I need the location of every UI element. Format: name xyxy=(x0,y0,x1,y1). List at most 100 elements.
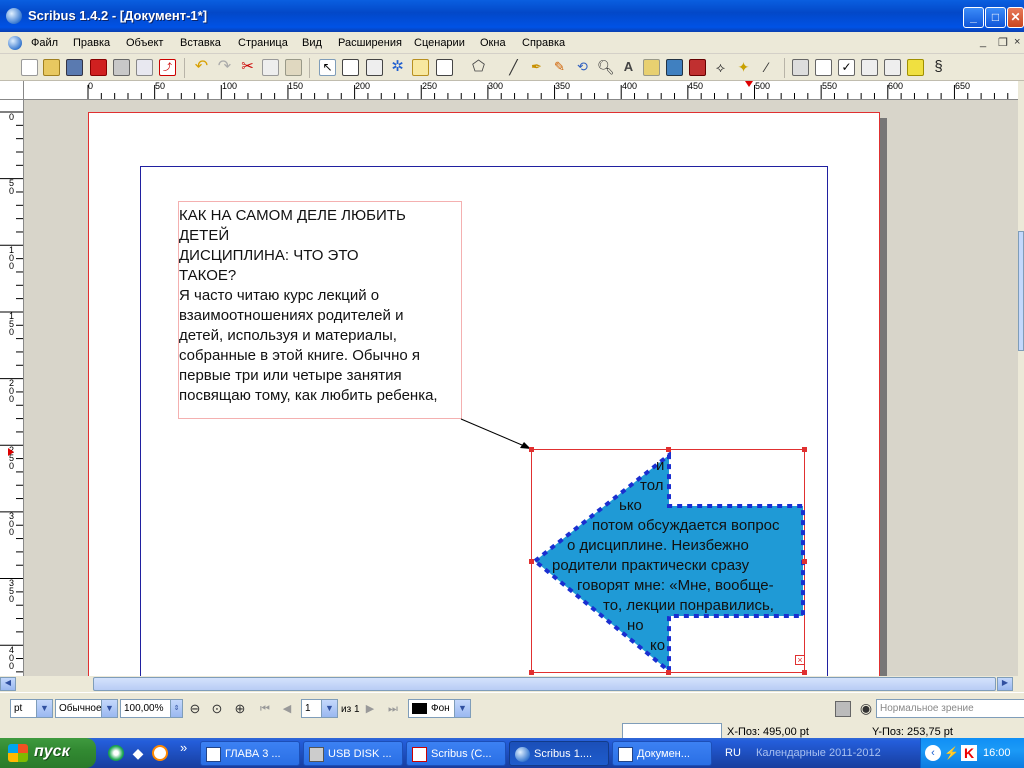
spinner-icon[interactable]: ⇕ xyxy=(170,700,182,717)
menu-help[interactable]: Справка xyxy=(522,37,565,49)
menu-view[interactable]: Вид xyxy=(302,37,322,49)
resize-handle[interactable] xyxy=(529,559,534,564)
vertical-ruler[interactable]: 0 50 100 150 200 250 300 350 400 xyxy=(0,100,24,676)
start-button[interactable]: пуск xyxy=(0,738,96,768)
menu-object[interactable]: Объект xyxy=(126,37,163,49)
prev-page-icon[interactable]: ◀ xyxy=(279,701,295,717)
vertical-scroll-thumb[interactable] xyxy=(1018,231,1024,351)
pdf-textfield-icon[interactable] xyxy=(815,59,832,76)
image-frame-icon[interactable] xyxy=(366,59,383,76)
resize-handle[interactable] xyxy=(666,670,671,675)
pdf-checkbox-icon[interactable]: ✓ xyxy=(838,59,855,76)
print-icon[interactable] xyxy=(113,59,130,76)
freehand-icon[interactable]: ✎ xyxy=(551,59,568,76)
new-document-icon[interactable] xyxy=(21,59,38,76)
resize-handle[interactable] xyxy=(529,447,534,452)
eye-icon[interactable]: ◉ xyxy=(857,700,875,716)
chevron-down-icon[interactable]: ▼ xyxy=(36,700,52,717)
quicklaunch-icon[interactable] xyxy=(152,745,168,761)
document-canvas[interactable]: КАК НА САМОМ ДЕЛЕ ЛЮБИТЬ ДЕТЕЙ ДИСЦИПЛИН… xyxy=(24,100,1018,676)
unlink-frames-icon[interactable] xyxy=(689,59,706,76)
eyedropper-icon[interactable]: ⁄ xyxy=(758,59,775,76)
link-annotation-icon[interactable]: § xyxy=(930,59,947,76)
shape-icon[interactable] xyxy=(436,59,453,76)
copy-icon[interactable] xyxy=(262,59,279,76)
bezier-icon[interactable]: ✒ xyxy=(528,59,545,76)
preview-mode-icon[interactable] xyxy=(835,701,851,717)
view-mode-select[interactable]: Нормальное зрение xyxy=(876,699,1024,718)
render-frame-icon[interactable]: ✲ xyxy=(389,59,406,76)
tray-expand-icon[interactable]: ‹ xyxy=(925,745,941,761)
taskbar-item[interactable]: ГЛАВА 3 ... xyxy=(200,741,300,766)
scribus-app-icon[interactable] xyxy=(6,8,22,24)
pdf-button-icon[interactable] xyxy=(792,59,809,76)
resize-handle[interactable] xyxy=(802,447,807,452)
mdi-restore-icon[interactable]: ❐ xyxy=(998,36,1008,49)
zoom-icon[interactable]: 🔍︎ xyxy=(597,59,615,76)
tray-app-label[interactable]: Календарные 2011-2012 xyxy=(756,747,881,759)
measure-icon[interactable]: ⟡ xyxy=(712,59,729,76)
menu-windows[interactable]: Окна xyxy=(480,37,506,49)
zoom-in-icon[interactable]: ⊕ xyxy=(232,701,248,717)
menu-file[interactable]: Файл xyxy=(31,37,58,49)
chevron-down-icon[interactable]: ▼ xyxy=(454,700,470,717)
style-select[interactable]: Обычное ▼ xyxy=(55,699,118,718)
menu-extensions[interactable]: Расширения xyxy=(338,37,402,49)
chevron-down-icon[interactable]: ▼ xyxy=(101,700,117,717)
resize-handle[interactable] xyxy=(802,670,807,675)
paste-icon[interactable] xyxy=(285,59,302,76)
horizontal-ruler[interactable]: 0 50 100 150 200 250 300 350 400 450 500… xyxy=(24,81,1018,100)
open-icon[interactable] xyxy=(43,59,60,76)
cut-icon[interactable]: ✂ xyxy=(239,59,256,76)
resize-handle[interactable] xyxy=(666,447,671,452)
last-page-icon[interactable]: ⏭ xyxy=(385,701,401,717)
zoom-100-icon[interactable]: ⊙ xyxy=(209,701,225,717)
rotate-icon[interactable]: ⟲ xyxy=(574,59,591,76)
layer-select[interactable]: Фон ▼ xyxy=(408,699,471,718)
first-page-icon[interactable]: ⏮ xyxy=(257,701,273,717)
taskbar-item[interactable]: Докумен... xyxy=(612,741,712,766)
maximize-button[interactable]: □ xyxy=(985,7,1006,28)
menu-insert[interactable]: Вставка xyxy=(180,37,221,49)
preflight-icon[interactable] xyxy=(136,59,153,76)
horizontal-scrollbar[interactable]: ◀ ▶ xyxy=(0,676,1024,692)
arrow-shape-frame[interactable]: и тол ько потом обсуждается вопрос о дис… xyxy=(529,447,807,675)
quicklaunch-chevron[interactable]: » xyxy=(180,740,187,755)
antivirus-icon[interactable]: K xyxy=(961,745,977,761)
page-select[interactable]: 1 ▼ xyxy=(301,699,338,718)
link-frames-icon[interactable] xyxy=(666,59,683,76)
undo-icon[interactable]: ↶ xyxy=(193,59,210,76)
scroll-left-icon[interactable]: ◀ xyxy=(0,677,16,691)
chevron-down-icon[interactable]: ▼ xyxy=(321,700,337,717)
network-icon[interactable]: ⚡ xyxy=(944,745,959,761)
table-icon[interactable] xyxy=(412,59,429,76)
horizontal-scroll-thumb[interactable] xyxy=(93,677,996,691)
zoom-out-icon[interactable]: ⊖ xyxy=(187,701,203,717)
pdf-listbox-icon[interactable] xyxy=(884,59,901,76)
menu-scripts[interactable]: Сценарии xyxy=(414,37,465,49)
document-icon[interactable] xyxy=(8,36,22,50)
taskbar-item[interactable]: Scribus (C... xyxy=(406,741,506,766)
minimize-button[interactable]: _ xyxy=(963,7,984,28)
close-document-icon[interactable] xyxy=(90,59,107,76)
pdf-combobox-icon[interactable] xyxy=(861,59,878,76)
menu-page[interactable]: Страница xyxy=(238,37,288,49)
mdi-close-icon[interactable]: × xyxy=(1014,36,1020,48)
export-pdf-icon[interactable]: ⤴ xyxy=(159,59,176,76)
language-indicator[interactable]: RU xyxy=(725,747,741,759)
resize-handle[interactable] xyxy=(802,559,807,564)
menu-edit[interactable]: Правка xyxy=(73,37,110,49)
vertical-scrollbar[interactable] xyxy=(1018,81,1024,676)
save-icon[interactable] xyxy=(66,59,83,76)
close-button[interactable]: ✕ xyxy=(1007,7,1024,28)
text-overflow-icon[interactable]: × xyxy=(795,655,805,665)
unit-select[interactable]: pt ▼ xyxy=(10,699,53,718)
quicklaunch-icon[interactable]: ◆ xyxy=(130,745,146,761)
scroll-right-icon[interactable]: ▶ xyxy=(997,677,1013,691)
edit-text-icon[interactable]: A xyxy=(620,59,637,76)
taskbar-item-active[interactable]: Scribus 1.... xyxy=(509,741,609,766)
quicklaunch-icon[interactable] xyxy=(108,745,124,761)
next-page-icon[interactable]: ▶ xyxy=(362,701,378,717)
line-icon[interactable]: ╱ xyxy=(505,59,522,76)
resize-handle[interactable] xyxy=(529,670,534,675)
